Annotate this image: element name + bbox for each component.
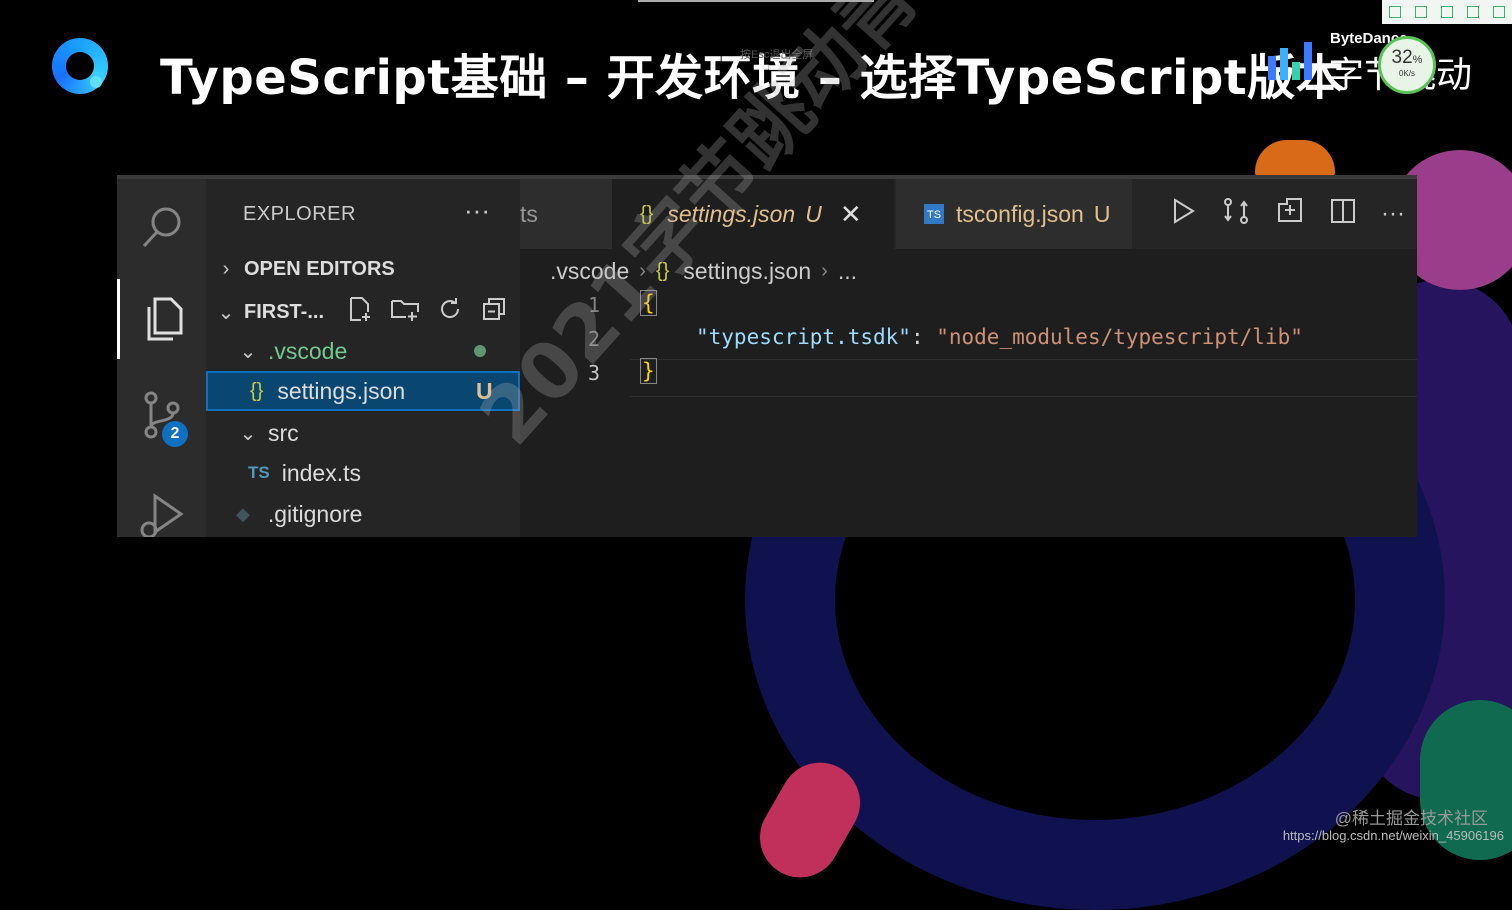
- activity-bar: 2: [117, 179, 206, 537]
- typescript-file-icon: TS: [248, 463, 270, 482]
- explorer-title: EXPLORER: [243, 203, 356, 225]
- new-folder-icon[interactable]: [390, 295, 420, 329]
- fullscreen-icon[interactable]: [1415, 6, 1427, 18]
- explorer-sidebar: EXPLORER ··· › OPEN EDITORS ⌄ FIRST-...: [206, 179, 520, 537]
- explorer-more-button[interactable]: ···: [464, 195, 490, 226]
- chevron-down-icon: ⌄: [217, 301, 235, 324]
- code-line-2: "typescript.tsdk": "node_modules/typescr…: [696, 325, 1303, 349]
- activity-run-debug[interactable]: [117, 475, 206, 537]
- current-line-highlight: [630, 359, 1417, 397]
- files-icon: [147, 297, 183, 341]
- run-debug-icon: [140, 493, 184, 537]
- tree-item-label: .gitignore: [267, 500, 363, 527]
- chevron-down-icon: ⌄: [239, 340, 257, 363]
- open-editors-label: OPEN EDITORS: [244, 257, 395, 280]
- refresh-icon[interactable]: [436, 295, 464, 329]
- close-icon[interactable]: ✕: [840, 199, 862, 230]
- source-control-badge: 2: [162, 421, 188, 447]
- tree-item-label: .vscode: [268, 337, 348, 364]
- settings-icon[interactable]: [1493, 6, 1505, 18]
- tree-item-label: settings.json: [277, 377, 406, 404]
- workspace-folder-section[interactable]: ⌄ FIRST-...: [206, 292, 520, 332]
- save-icon[interactable]: [1441, 6, 1453, 18]
- course-logo-dot: [90, 76, 102, 88]
- open-editors-section[interactable]: › OPEN EDITORS: [206, 249, 520, 289]
- speed-percent: 32: [1391, 47, 1413, 68]
- footer-url: https://blog.csdn.net/weixin_45906196: [1282, 828, 1504, 843]
- explorer-actions: [346, 292, 508, 332]
- tree-item-index-ts[interactable]: TS index.ts: [206, 453, 520, 493]
- workspace-folder-label: FIRST-...: [244, 300, 324, 323]
- json-colon: :: [910, 325, 937, 349]
- speed-percent-unit: %: [1412, 54, 1423, 66]
- run-icon[interactable]: [1169, 197, 1197, 232]
- breadcrumb-item[interactable]: ...: [838, 258, 857, 285]
- compare-changes-icon[interactable]: [1221, 196, 1251, 233]
- json-key: "typescript.tsdk": [696, 325, 911, 349]
- editor-actions: ···: [1169, 179, 1417, 249]
- tree-item-src-folder[interactable]: ⌄ src: [206, 413, 520, 453]
- tree-item-gitignore[interactable]: ◆ .gitignore: [206, 494, 520, 534]
- bytedance-logo-icon: [1268, 40, 1318, 80]
- tree-item-label: src: [268, 419, 299, 446]
- pin-icon[interactable]: [1389, 6, 1401, 18]
- tsconfig-file-icon: TS: [924, 204, 944, 224]
- code-line-3: }: [640, 358, 657, 384]
- new-file-icon[interactable]: [346, 295, 374, 329]
- activity-source-control[interactable]: 2: [117, 375, 206, 455]
- vscode-window: 2 EXPLORER ··· › OPEN EDITORS ⌄ FIRST-..…: [117, 175, 1417, 537]
- chevron-right-icon: ›: [821, 259, 828, 282]
- git-file-icon: ◆: [236, 503, 250, 524]
- search-icon: [142, 207, 180, 248]
- open-changes-icon[interactable]: [1275, 196, 1305, 233]
- close-brace: }: [640, 358, 657, 384]
- share-icon[interactable]: [1467, 6, 1479, 18]
- tab-label: tsconfig.json: [956, 200, 1084, 227]
- split-editor-icon[interactable]: [1329, 197, 1357, 232]
- chevron-down-icon: ⌄: [239, 422, 257, 445]
- activity-explorer[interactable]: [117, 279, 206, 359]
- player-toolbar: [1382, 0, 1512, 24]
- background-orange-shape: [1255, 140, 1335, 180]
- more-actions-icon[interactable]: ···: [1381, 200, 1405, 228]
- speed-rate: 0K/s: [1398, 69, 1415, 78]
- json-value: "node_modules/typescript/lib": [936, 325, 1303, 349]
- activity-search[interactable]: [117, 187, 206, 267]
- tree-item-label: index.ts: [281, 459, 361, 486]
- network-speed-badge[interactable]: 32% 0K/s: [1378, 36, 1436, 94]
- chevron-right-icon: ›: [222, 257, 230, 280]
- footer-community: @稀土掘金技术社区: [1334, 809, 1488, 828]
- tab-label: ts: [520, 200, 538, 227]
- untracked-status: U: [1093, 200, 1111, 227]
- untracked-status: U: [805, 200, 822, 227]
- tab-tsconfig-json[interactable]: TS tsconfig.json U: [896, 179, 1132, 249]
- json-file-icon: {}: [250, 379, 264, 402]
- collapse-all-icon[interactable]: [480, 295, 508, 329]
